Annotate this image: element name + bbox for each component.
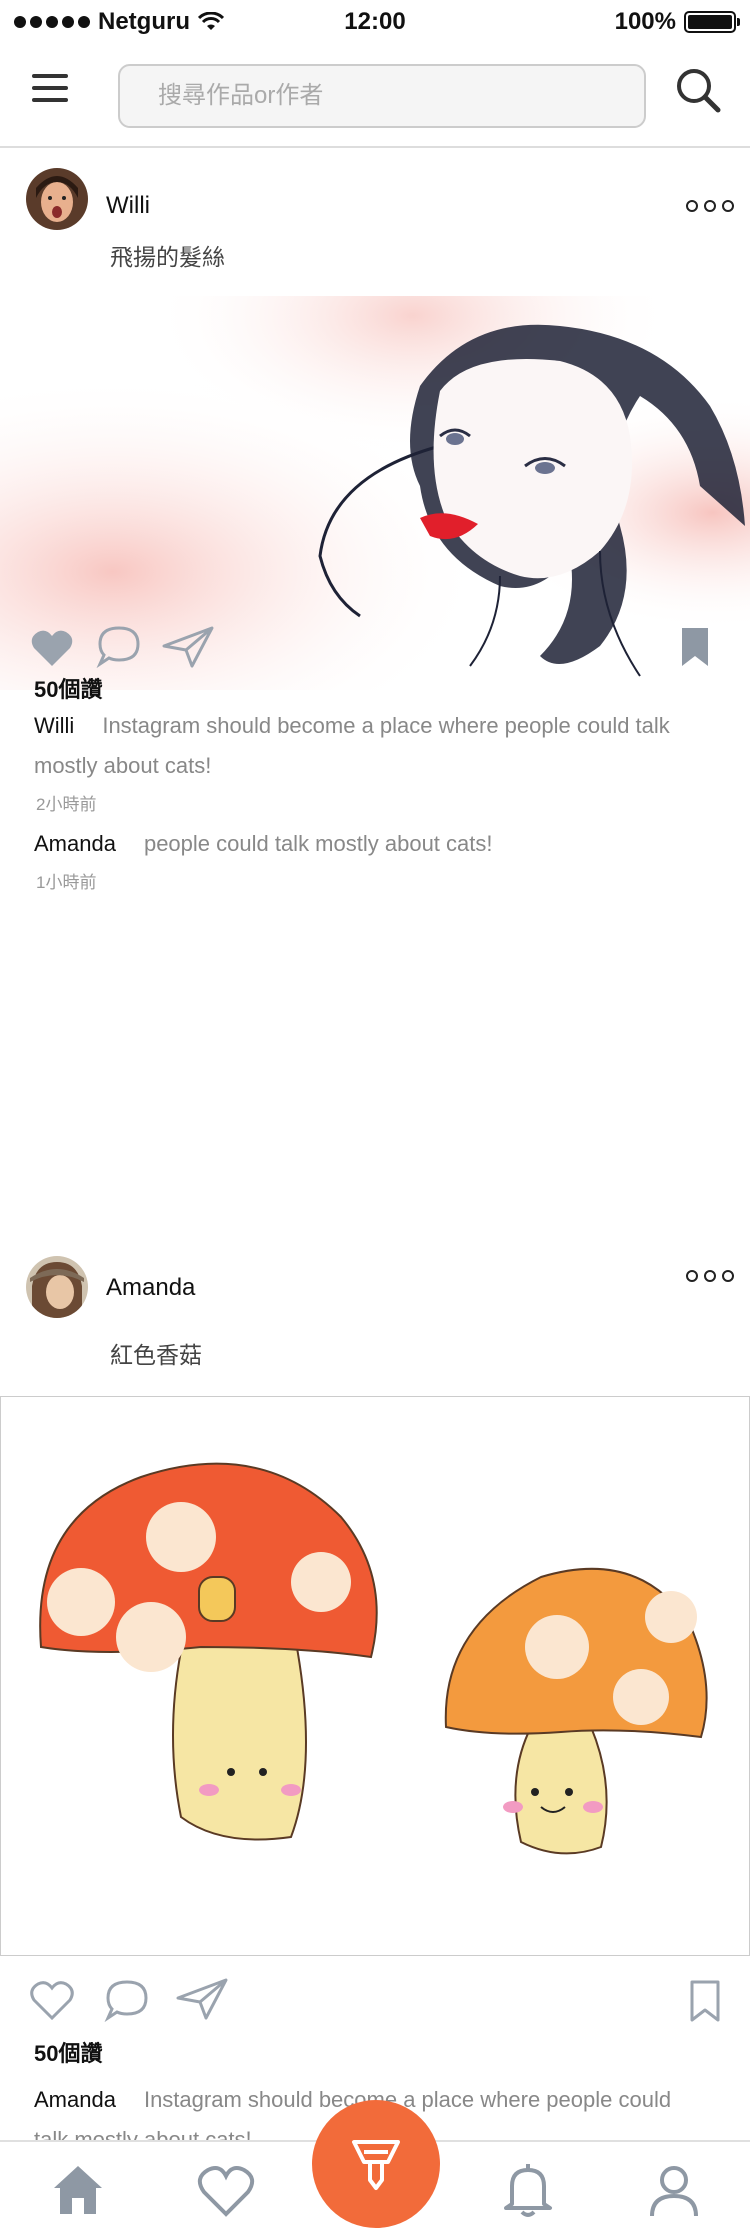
comment-bubble-icon[interactable] — [104, 1978, 150, 2022]
post-image[interactable] — [0, 1396, 750, 1956]
post-username[interactable]: Amanda — [106, 1274, 195, 1302]
comment-time: 2小時前 — [36, 795, 97, 814]
top-header: 搜尋作品or作者 — [0, 44, 750, 148]
post-card: Amanda 紅色香菇 50個讚 Amanda Instagram should… — [0, 1250, 750, 2152]
post-caption: 紅色香菇 — [110, 1342, 202, 1368]
comment-text: people could talk mostly about cats! — [143, 831, 493, 856]
comment-time: 1小時前 — [36, 873, 97, 892]
comment-username[interactable]: Amanda — [34, 2087, 116, 2112]
avatar[interactable] — [26, 168, 88, 230]
bookmark-icon[interactable] — [680, 626, 710, 668]
bookmark-icon[interactable] — [690, 1980, 720, 2022]
battery-info: 100% — [614, 8, 740, 36]
home-icon[interactable] — [48, 2160, 108, 2220]
more-options-icon[interactable] — [686, 200, 734, 212]
status-bar: Netguru 12:00 100% — [0, 0, 750, 44]
bell-icon[interactable] — [498, 2160, 558, 2220]
like-heart-icon[interactable] — [30, 628, 74, 668]
like-count: 50個讚 — [34, 2041, 103, 2066]
avatar[interactable] — [26, 1256, 88, 1318]
comment-text: Instagram should become a place where pe… — [34, 713, 670, 778]
like-heart-icon[interactable] — [30, 1980, 74, 2020]
profile-icon[interactable] — [644, 2160, 704, 2220]
brush-icon — [352, 2140, 400, 2190]
like-count: 50個讚 — [34, 677, 103, 702]
search-input[interactable]: 搜尋作品or作者 — [118, 64, 646, 128]
battery-percent: 100% — [614, 8, 676, 35]
more-options-icon[interactable] — [686, 1270, 734, 1282]
battery-icon — [684, 11, 740, 33]
comment-username[interactable]: Amanda — [34, 831, 116, 856]
comment-bubble-icon[interactable] — [96, 624, 142, 668]
post-caption: 飛揚的髮絲 — [110, 244, 225, 270]
comment: Willi Instagram should become a place whe… — [34, 706, 694, 786]
comment-username[interactable]: Willi — [34, 713, 74, 738]
comment: Amanda people could talk mostly about cat… — [34, 824, 694, 864]
hamburger-menu-icon[interactable] — [32, 74, 68, 114]
post-username[interactable]: Willi — [106, 192, 150, 220]
post-card: Willi 飛揚的髮絲 50個讚 Willi Instagram should … — [0, 150, 750, 1200]
share-send-icon[interactable] — [176, 1976, 230, 2022]
share-send-icon[interactable] — [162, 624, 216, 670]
create-brush-button[interactable] — [312, 2100, 440, 2228]
heart-icon[interactable] — [196, 2160, 256, 2220]
search-icon[interactable] — [670, 64, 726, 120]
